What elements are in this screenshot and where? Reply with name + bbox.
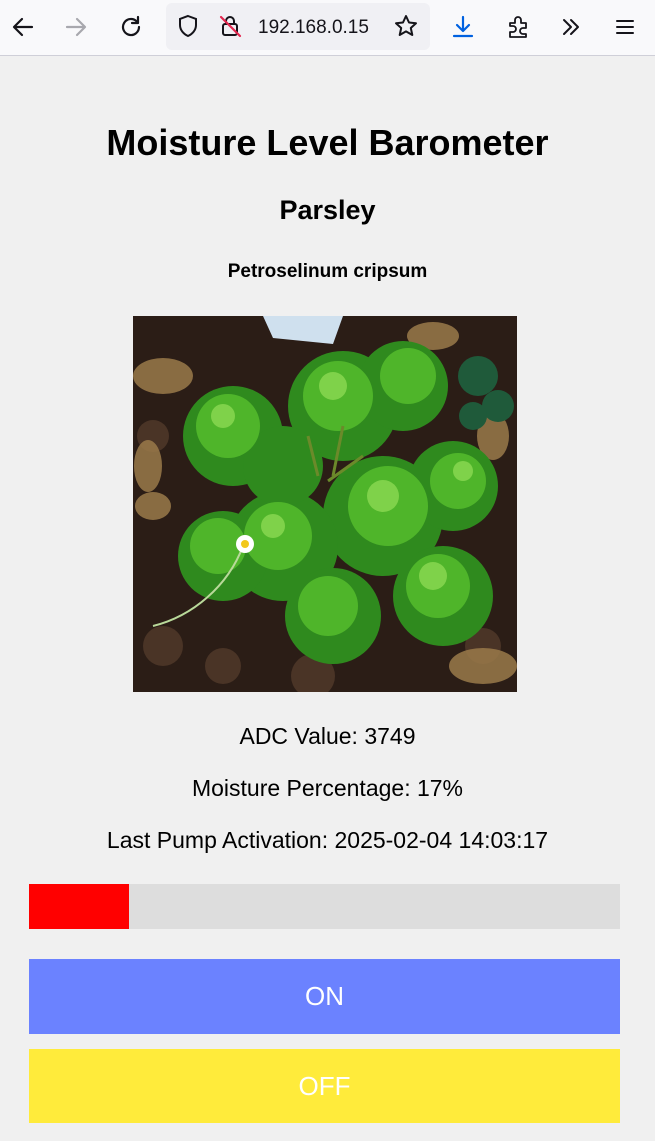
bookmark-star-icon[interactable] (388, 9, 424, 43)
last-pump-activation: Last Pump Activation: 2025-02-04 14:03:1… (106, 827, 549, 853)
menu-icon[interactable] (607, 10, 643, 44)
download-icon[interactable] (445, 10, 481, 44)
page-title: Moisture Level Barometer (106, 122, 549, 163)
plant-photo (133, 316, 517, 692)
plant-latin-name: Petroselinum cripsum (227, 261, 428, 282)
insecure-lock-icon[interactable] (212, 9, 248, 43)
pump-on-button[interactable]: ON (29, 959, 620, 1034)
extensions-icon[interactable] (500, 10, 536, 44)
url-text[interactable]: 192.168.0.15 (258, 17, 369, 39)
url-bar[interactable]: 192.168.0.15 (166, 3, 430, 50)
browser-toolbar: 192.168.0.15 (0, 0, 655, 56)
page-content: Moisture Level Barometer Parsley Petrose… (0, 56, 655, 1141)
forward-icon[interactable] (58, 10, 94, 44)
moisture-bar (29, 884, 620, 929)
moisture-bar-fill (29, 884, 130, 929)
moisture-percentage: Moisture Percentage: 17% (191, 775, 464, 801)
back-icon[interactable] (5, 10, 41, 44)
plant-name: Parsley (279, 195, 376, 225)
shield-icon[interactable] (170, 9, 206, 43)
reload-icon[interactable] (113, 10, 149, 44)
overflow-icon[interactable] (553, 10, 589, 44)
pump-off-button[interactable]: OFF (29, 1049, 620, 1123)
adc-value: ADC Value: 3749 (239, 723, 416, 749)
